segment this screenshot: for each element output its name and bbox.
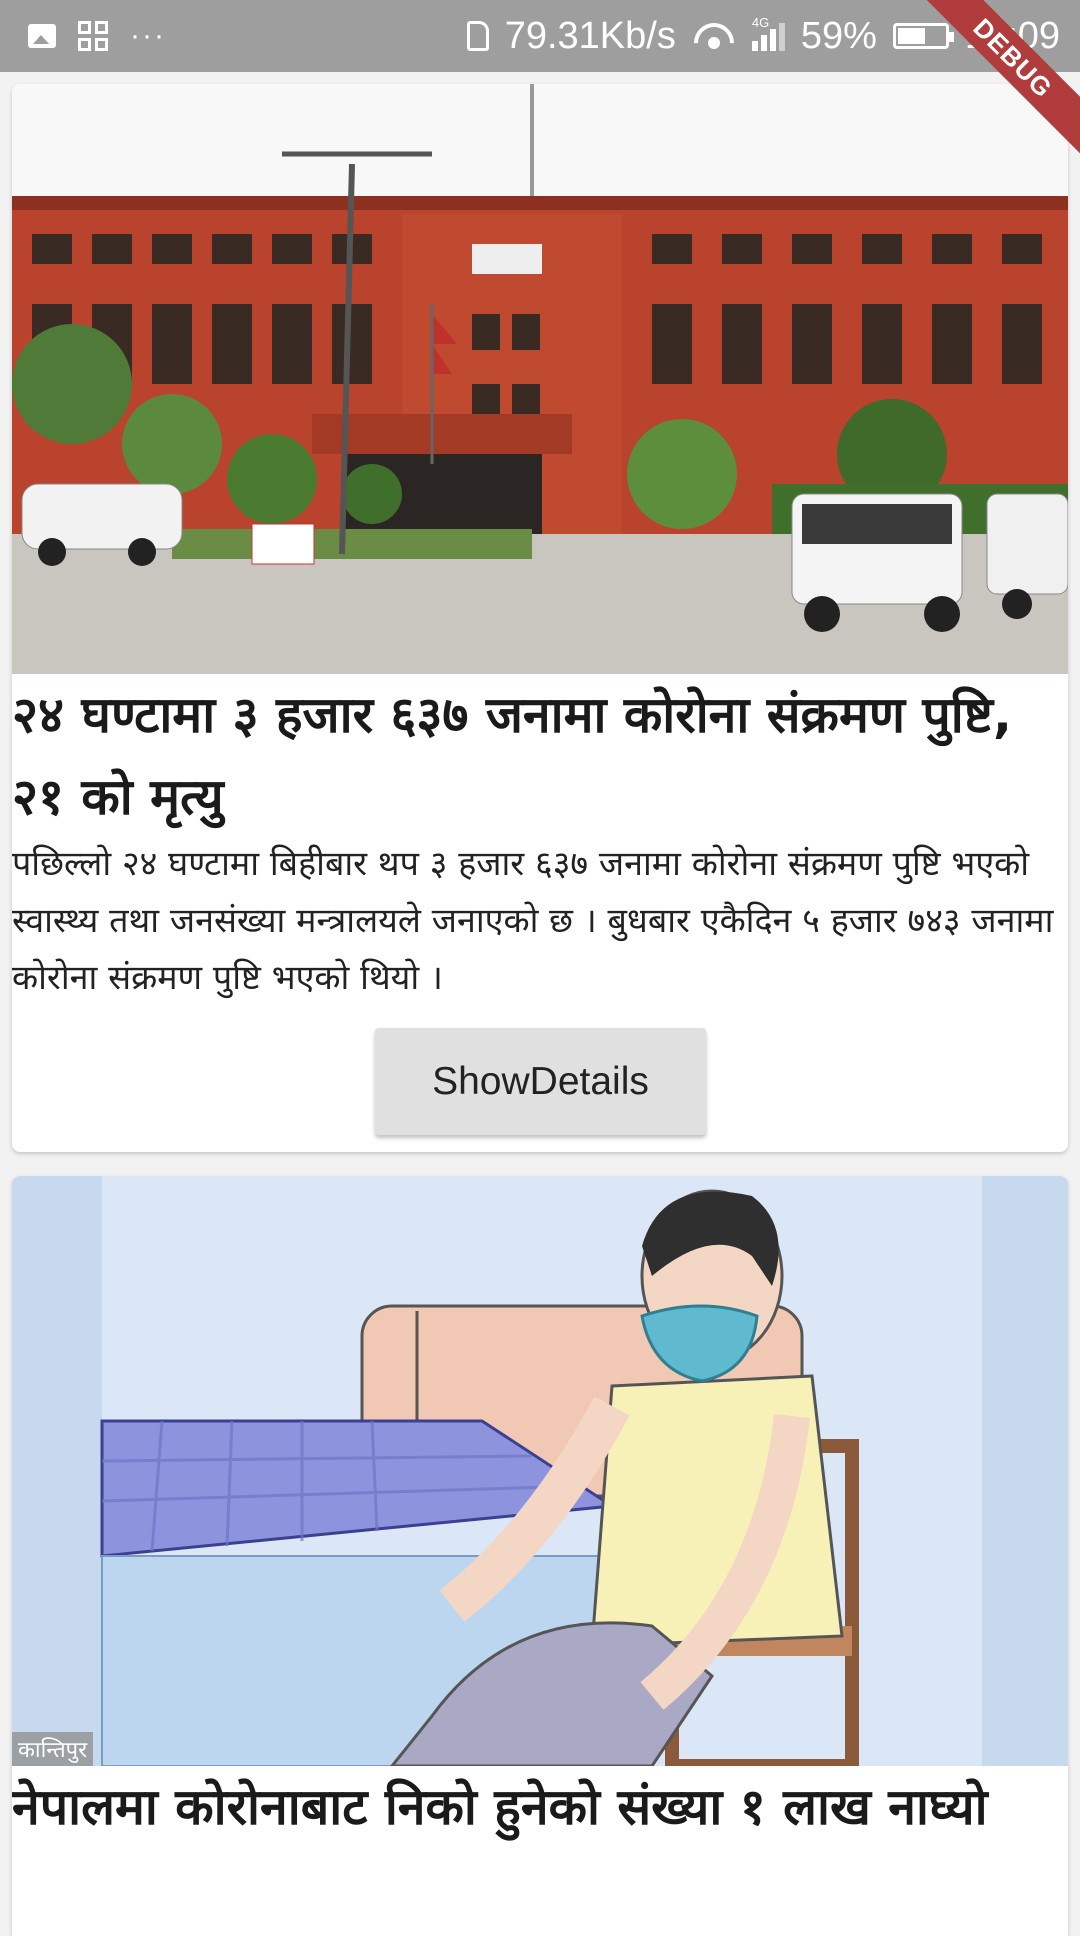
article-image-ministry-building	[12, 84, 1068, 674]
article-image-masked-man-illustration: कान्तिपुर	[12, 1176, 1068, 1766]
network-speed: 79.31Kb/s	[504, 14, 676, 57]
apps-notification-icon	[78, 21, 108, 51]
article-title: नेपालमा कोरोनाबाट निको हुनेको संख्या १ ल…	[12, 1778, 988, 1836]
show-details-button[interactable]: ShowDetails	[375, 1028, 706, 1135]
network-type: 4G	[751, 15, 770, 30]
article-description: पछिल्लो २४ घण्टामा बिहीबार थप ३ हजार ६३७…	[12, 844, 1054, 998]
news-card: कान्तिपुर नेपालमा कोरोनाबाट निको हुनेको …	[12, 1176, 1068, 1936]
battery-percent: 59%	[800, 14, 877, 57]
more-notifications-indicator: ···	[130, 19, 166, 52]
news-card: २४ घण्टामा ३ हजार ६३७ जनामा कोरोना संक्र…	[12, 84, 1068, 1152]
status-bar: ··· 79.31Kb/s 4G 59% 19:09	[0, 0, 1080, 72]
battery-level-fill	[897, 28, 926, 44]
wifi-icon	[692, 21, 736, 51]
battery-icon	[892, 23, 954, 49]
article-title: २४ घण्टामा ३ हजार ६३७ जनामा कोरोना संक्र…	[12, 686, 1012, 826]
gallery-notification-icon	[28, 24, 56, 48]
image-watermark: कान्तिपुर	[12, 1732, 94, 1766]
cell-signal-icon: 4G	[751, 15, 785, 51]
data-saver-icon	[466, 21, 489, 51]
